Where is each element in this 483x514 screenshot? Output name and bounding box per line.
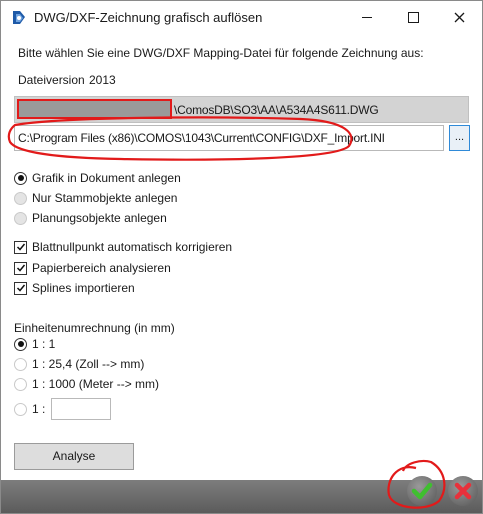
option-label: Nur Stammobjekte anlegen	[32, 191, 178, 205]
checkbox-label: Papierbereich analysieren	[32, 261, 171, 275]
window-title: DWG/DXF-Zeichnung grafisch auflösen	[34, 10, 263, 25]
checkbox-label: Splines importieren	[32, 281, 135, 295]
units-heading: Einheitenumrechnung (in mm)	[14, 321, 175, 335]
close-button[interactable]	[436, 1, 482, 34]
analyse-button[interactable]: Analyse	[14, 443, 134, 470]
close-icon	[454, 12, 464, 23]
radio-unselected-icon[interactable]	[14, 377, 27, 391]
title-bar: DWG/DXF-Zeichnung grafisch auflösen	[1, 1, 482, 34]
option-label: 1 :	[32, 402, 46, 416]
red-x-icon	[454, 482, 472, 500]
minimize-icon	[362, 16, 372, 19]
radio-disabled-icon[interactable]	[14, 211, 27, 225]
option-label: 1 : 25,4 (Zoll --> mm)	[32, 357, 145, 371]
radio-selected-icon[interactable]	[14, 337, 27, 351]
option-nur-stammobjekte[interactable]: Nur Stammobjekte anlegen	[14, 191, 177, 205]
checkbox-checked-icon[interactable]	[14, 261, 27, 275]
maximize-button[interactable]	[390, 1, 436, 34]
option-label: Grafik in Dokument anlegen	[32, 171, 181, 185]
radio-unselected-icon[interactable]	[14, 402, 27, 416]
checkbox-checked-icon[interactable]	[14, 281, 27, 295]
custom-ratio-input[interactable]	[51, 398, 111, 420]
file-version-value: 2013	[89, 73, 116, 87]
cancel-button[interactable]	[448, 476, 478, 506]
option-label: Planungsobjekte anlegen	[32, 211, 167, 225]
checkbox-splines[interactable]: Splines importieren	[14, 281, 135, 295]
checkbox-blattnullpunkt[interactable]: Blattnullpunkt automatisch korrigieren	[14, 240, 232, 254]
radio-disabled-icon[interactable]	[14, 191, 27, 205]
checkbox-label: Blattnullpunkt automatisch korrigieren	[32, 240, 233, 254]
redacted-path-segment	[17, 99, 172, 119]
instruction-text: Bitte wählen Sie eine DWG/DXF Mapping-Da…	[18, 46, 424, 60]
browse-button[interactable]: ...	[449, 125, 470, 151]
maximize-icon	[407, 12, 419, 23]
option-label: 1 : 1	[32, 337, 56, 351]
drawing-path-field: \ComosDB\SO3\AA\A534A4S611.DWG	[14, 96, 469, 123]
minimize-button[interactable]	[344, 1, 390, 34]
unit-option-zoll[interactable]: 1 : 25,4 (Zoll --> mm)	[14, 357, 144, 371]
drawing-path-text: \ComosDB\SO3\AA\A534A4S611.DWG	[174, 103, 379, 117]
unit-option-1-1[interactable]: 1 : 1	[14, 337, 55, 351]
option-label: 1 : 1000 (Meter --> mm)	[32, 377, 160, 391]
option-planungsobjekte[interactable]: Planungsobjekte anlegen	[14, 211, 167, 225]
file-version-label: Dateiversion	[18, 73, 85, 87]
checkbox-papierbereich[interactable]: Papierbereich analysieren	[14, 261, 171, 275]
checkbox-checked-icon[interactable]	[14, 240, 27, 254]
green-check-icon	[411, 482, 433, 500]
option-grafik-in-dokument[interactable]: Grafik in Dokument anlegen	[14, 171, 181, 185]
dialog-window: DWG/DXF-Zeichnung grafisch auflösen Bitt…	[0, 0, 483, 514]
comos-app-icon	[13, 11, 25, 24]
radio-selected-icon[interactable]	[14, 171, 27, 185]
unit-option-meter[interactable]: 1 : 1000 (Meter --> mm)	[14, 377, 159, 391]
ok-button[interactable]	[407, 476, 437, 506]
radio-unselected-icon[interactable]	[14, 357, 27, 371]
unit-option-custom[interactable]: 1 :	[14, 402, 45, 416]
mapping-file-input[interactable]	[14, 125, 444, 151]
